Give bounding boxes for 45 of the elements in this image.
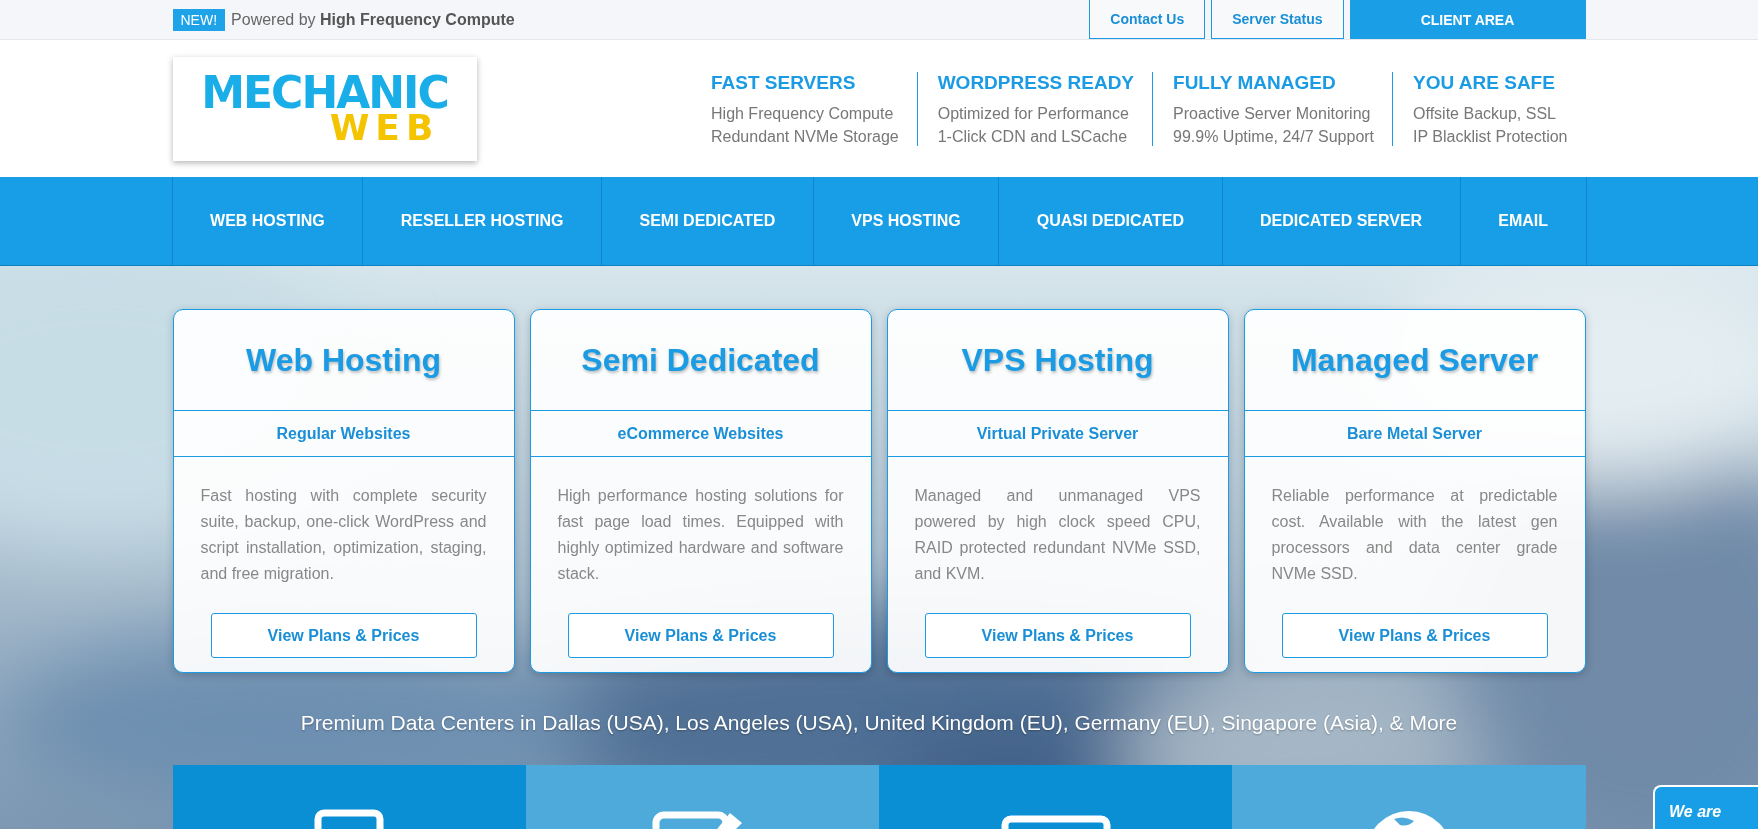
feature-text: Redundant NVMe Storage	[711, 127, 899, 146]
nav-item[interactable]: VPS HOSTING	[812, 177, 999, 265]
monitor-icon	[314, 809, 385, 829]
top-link[interactable]: Contact Us	[1089, 0, 1206, 39]
feature-text: Offsite Backup, SSL	[1413, 104, 1557, 123]
card-title: VPS Hosting	[960, 340, 1155, 380]
feature-title: FAST SERVERS	[711, 71, 857, 94]
card-title: Managed Server	[1289, 340, 1540, 380]
card-title: Web Hosting	[245, 340, 442, 380]
tagline: Powered by High Frequency Compute	[231, 10, 515, 29]
logo[interactable]: MECHANIC WEB	[172, 56, 477, 161]
chat-widget[interactable]: We are	[1653, 785, 1758, 829]
view-plans-button[interactable]: View Plans & Prices	[567, 613, 834, 658]
card-subtitle: Bare Metal Server	[1244, 410, 1585, 457]
card-description: Reliable performance at predictable cost. Available with the latest gen processors and data center grade NVMe SSD.	[1271, 486, 1558, 584]
feature-title: YOU ARE SAFE	[1413, 71, 1556, 94]
card-description: Managed and unmanaged VPS powered by high clock speed CPU, RAID protected redundant NVMe SSD, and KVM.	[914, 486, 1201, 584]
nav-item[interactable]: DEDICATED SERVER	[1221, 177, 1460, 265]
client-area-button[interactable]: CLIENT AREA	[1349, 0, 1586, 39]
feature-text: IP Blacklist Protection	[1413, 127, 1568, 146]
view-plans-button[interactable]: View Plans & Prices	[924, 613, 1191, 658]
card-description: High performance hosting solutions for fast page load times. Equipped with highly optimized hardware and software stack.	[557, 486, 844, 584]
nav-item[interactable]: WEB HOSTING	[172, 177, 363, 265]
card-subtitle: Regular Websites	[173, 410, 514, 457]
feature-text: Proactive Server Monitoring	[1173, 104, 1372, 123]
feature-title: FULLY MANAGED	[1173, 71, 1337, 94]
view-plans-button[interactable]: View Plans & Prices	[1281, 613, 1548, 658]
feature-text: Optimized for Performance	[937, 104, 1130, 123]
feature-text: 1-Click CDN and LSCache	[937, 127, 1129, 146]
card-subtitle: Virtual Private Server	[887, 410, 1228, 457]
feature-text: 99.9% Uptime, 24/7 Support	[1173, 127, 1375, 146]
new-badge: NEW!	[172, 8, 226, 31]
top-link[interactable]: Server Status	[1211, 0, 1344, 39]
card-title: Semi Dedicated	[580, 340, 821, 380]
view-plans-button[interactable]: View Plans & Prices	[210, 613, 477, 658]
nav-item[interactable]: QUASI DEDICATED	[998, 177, 1222, 265]
nav-item[interactable]: RESELLER HOSTING	[362, 177, 601, 265]
datacenters-text: Premium Data Centers in Dallas (USA), Los Angeles (USA), United Kingdom (EU), Germany (EU), Singapore (Asia), & More	[299, 711, 1459, 735]
card-subtitle: eCommerce Websites	[530, 410, 871, 457]
nav-item[interactable]: SEMI DEDICATED	[601, 177, 813, 265]
feature-title: WORDPRESS READY	[937, 71, 1135, 94]
feature-text: High Frequency Compute	[711, 104, 895, 123]
monitor-icon	[1000, 815, 1111, 829]
nav-item[interactable]: EMAIL	[1459, 177, 1586, 265]
card-description: Fast hosting with complete security suite, backup, one-click WordPress and script installation, optimization, staging, and free migration.	[200, 486, 487, 584]
